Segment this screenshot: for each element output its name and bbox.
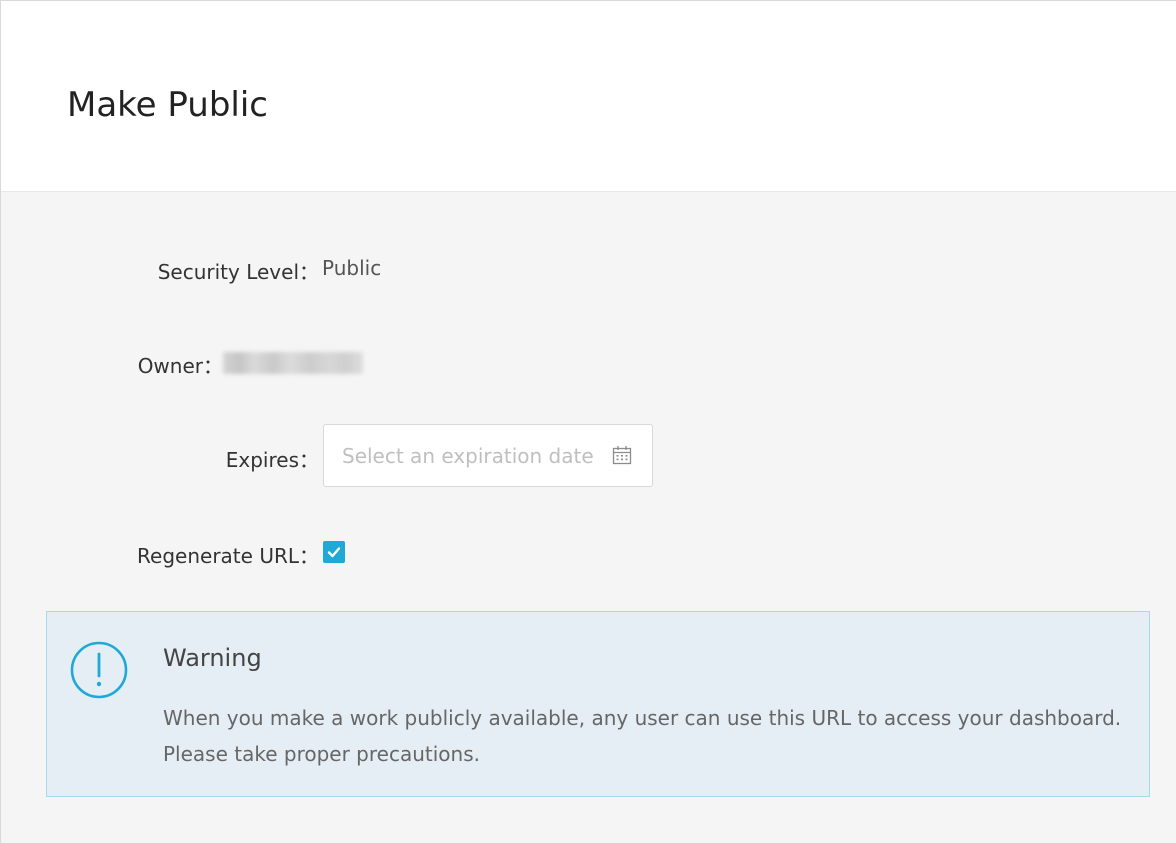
regenerate-url-label: Regenerate URL：	[137, 544, 319, 568]
dialog-title: Make Public	[67, 85, 268, 125]
regenerate-url-label-wrap: Regenerate URL：	[1, 532, 319, 572]
expires-label-wrap: Expires：	[1, 436, 319, 476]
warning-alert: Warning When you make a work publicly av…	[46, 611, 1150, 797]
expires-row: Expires：	[1, 436, 321, 476]
owner-row: Owner：	[1, 342, 1176, 382]
owner-label-wrap: Owner：	[1, 342, 223, 382]
security-level-label: Security Level：	[157, 260, 319, 284]
make-public-dialog: Make Public Security Level： Public Owner…	[0, 0, 1176, 843]
security-level-label-wrap: Security Level：	[1, 248, 319, 288]
checkmark-icon	[327, 547, 341, 558]
expiration-date-input[interactable]	[324, 425, 652, 486]
expires-label: Expires：	[225, 448, 319, 472]
regenerate-url-row: Regenerate URL：	[1, 532, 321, 572]
security-level-row: Security Level： Public	[1, 248, 1176, 288]
regenerate-url-checkbox[interactable]	[323, 541, 345, 563]
calendar-icon[interactable]	[612, 445, 632, 465]
security-level-value: Public	[322, 256, 382, 280]
alert-description: When you make a work publicly available,…	[163, 706, 1122, 766]
owner-value-redacted	[223, 352, 363, 374]
dialog-header: Make Public	[1, 1, 1176, 192]
owner-label: Owner：	[137, 354, 223, 378]
expiration-date-picker[interactable]	[323, 424, 653, 487]
exclamation-circle-icon	[69, 640, 129, 700]
alert-title: Warning	[163, 644, 262, 672]
